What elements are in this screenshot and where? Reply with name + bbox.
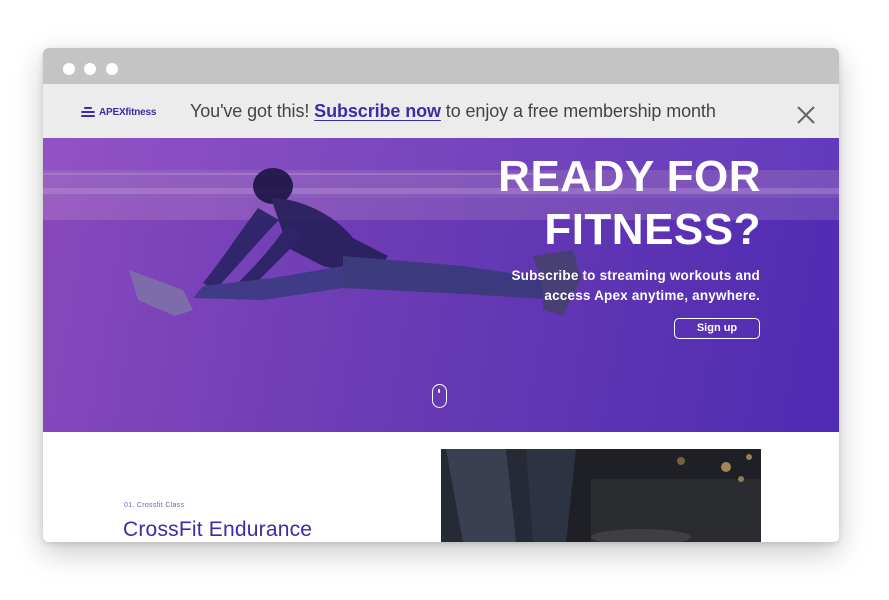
hero-section: READY FOR FITNESS? Subscribe to streamin… (43, 138, 839, 432)
hero-subtitle-line2: access Apex anytime, anywhere. (544, 288, 760, 303)
hero-title-line2: FITNESS? (544, 205, 761, 254)
sign-up-button[interactable]: Sign up (674, 318, 760, 339)
window-titlebar (43, 48, 839, 84)
close-icon[interactable] (795, 104, 817, 126)
subscribe-now-link[interactable]: Subscribe now (314, 101, 441, 121)
logo-mark-icon (81, 107, 95, 117)
browser-window: APEXfitness You've got this! Subscribe n… (43, 48, 839, 542)
hero-subtitle-line1: Subscribe to streaming workouts and (511, 268, 760, 283)
logo-text: APEXfitness (99, 106, 157, 118)
close-window-dot[interactable] (63, 63, 75, 75)
promo-trail: to enjoy a free membership month (440, 101, 716, 121)
class-section: 01. Crossfit Class CrossFit Endurance (43, 432, 839, 542)
hero-subtitle: Subscribe to streaming workouts and acce… (460, 266, 760, 306)
hero-title-line1: READY FOR (498, 152, 761, 201)
class-photo[interactable] (441, 449, 761, 542)
promo-lead: You've got this! (190, 101, 315, 121)
maximize-window-dot[interactable] (106, 63, 118, 75)
class-eyebrow: 01. Crossfit Class (124, 502, 185, 509)
promo-message: You've got this! Subscribe now to enjoy … (190, 101, 716, 122)
minimize-window-dot[interactable] (84, 63, 96, 75)
class-title[interactable]: CrossFit Endurance (123, 518, 312, 542)
apex-logo[interactable]: APEXfitness (81, 105, 156, 119)
class-photo-image (441, 449, 761, 542)
hero-title: READY FOR FITNESS? (498, 150, 761, 256)
promo-banner: APEXfitness You've got this! Subscribe n… (43, 84, 839, 138)
mouse-scroll-icon[interactable] (432, 384, 447, 408)
